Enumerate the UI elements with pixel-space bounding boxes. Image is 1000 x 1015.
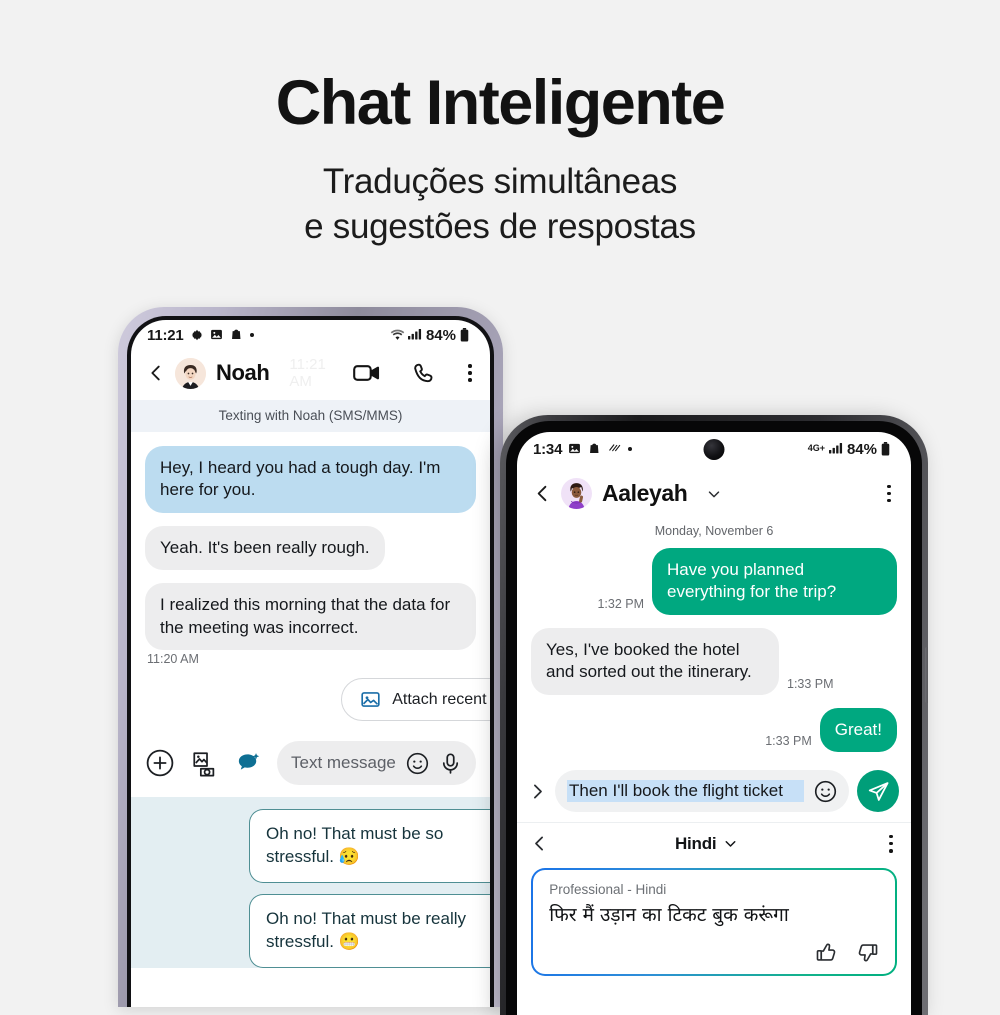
message-input-field[interactable]: Then I'll book the flight ticket (555, 770, 849, 813)
message-timestamp: 1:33 PM (765, 734, 812, 749)
phone-left-device: 11:21 84% Noah 11:21 AM Texting with Noa… (118, 307, 503, 1007)
message-row: Yes, I've booked the hotel and sorted ou… (531, 627, 897, 695)
avatar[interactable] (561, 478, 592, 509)
contact-name: Noah (216, 360, 270, 385)
ai-chat-bubble-icon[interactable] (233, 748, 263, 778)
avatar[interactable] (175, 357, 206, 389)
page-title: Chat Inteligente (275, 68, 726, 138)
back-button[interactable] (145, 362, 165, 384)
phone-icon[interactable] (413, 362, 436, 385)
phone-left-bezel: 11:21 84% Noah 11:21 AM Texting with Noa… (127, 316, 494, 1007)
back-button[interactable] (531, 482, 551, 505)
chip-label: Attach recent photo (392, 690, 490, 708)
front-camera-icon (703, 439, 725, 460)
contact-name: Aaleyah (602, 480, 688, 506)
photo-icon (568, 442, 582, 456)
message-timestamp: 1:32 PM (597, 596, 644, 611)
message-bubble[interactable]: Great! (819, 707, 897, 753)
message-bubble[interactable]: Yes, I've booked the hotel and sorted ou… (531, 627, 779, 695)
input-value-selected[interactable]: Then I'll book the flight ticket (567, 780, 804, 803)
chevron-down-icon[interactable] (705, 485, 723, 503)
plus-circle-icon[interactable] (145, 748, 175, 778)
kebab-menu-icon[interactable] (885, 834, 897, 853)
translation-card[interactable]: Professional - Hindi फिर मैं उड़ान का टि… (531, 868, 897, 977)
translation-text: फिर मैं उड़ान का टिकट बुक करूंगा (549, 904, 789, 927)
contact-ghost-time: 11:21 AM (289, 356, 326, 390)
input-placeholder: Text message (291, 753, 396, 773)
phone-left-screen: 11:21 84% Noah 11:21 AM Texting with Noa… (131, 320, 490, 1007)
message-bubble[interactable]: I realized this morning that the data fo… (145, 583, 476, 651)
phone-right-bezel: 1:34 4G+ 84% Aaleyah Monday, November 6 … (506, 421, 922, 1015)
ai-suggestion-panel: Oh no! That must be so stressful. 😥 Oh n… (131, 797, 490, 968)
smiley-icon[interactable] (406, 752, 429, 775)
subtitle-line-2: e sugestões de respostas (304, 206, 696, 246)
message-row: 1:32 PM Have you planned everything for … (531, 548, 897, 615)
translation-feedback-actions (549, 941, 879, 964)
wifi-icon (390, 328, 405, 342)
kebab-menu-icon[interactable] (464, 364, 476, 382)
status-time: 11:21 (147, 326, 184, 344)
mute-icon (608, 442, 622, 456)
signal-bars-icon (828, 442, 843, 456)
ai-suggestion-item[interactable]: Oh no! That must be really stressful. 😬 (249, 894, 490, 968)
thumbs-down-icon[interactable] (856, 941, 879, 964)
phone-right-screen: 1:34 4G+ 84% Aaleyah Monday, November 6 … (517, 432, 911, 1015)
back-button[interactable] (529, 833, 551, 854)
status-time: 1:34 (533, 440, 563, 458)
subtitle-line-1: Traduções simultâneas (322, 162, 678, 201)
suggestion-chip-row: Attach recent photo (131, 678, 490, 722)
shopping-bag-icon (230, 328, 244, 342)
message-row: I realized this morning that the data fo… (145, 583, 476, 651)
hero-section: Chat Inteligente Traduções simultâneas e… (0, 0, 1000, 250)
date-banner: Monday, November 6 (654, 524, 774, 538)
message-row: 1:33 PM Great! (531, 707, 897, 753)
dot-icon (628, 447, 633, 451)
photo-icon (210, 328, 224, 342)
message-input-field[interactable]: Text message (277, 741, 476, 786)
input-bar-right: Then I'll book the flight ticket (517, 762, 911, 822)
dot-icon (249, 333, 254, 337)
send-paper-plane-icon[interactable] (857, 770, 899, 813)
signal-bars-icon (407, 328, 422, 342)
page-subtitle: Traduções simultâneas e sugestões de res… (0, 135, 1000, 250)
phone-right-device: 1:34 4G+ 84% Aaleyah Monday, November 6 … (500, 415, 928, 1015)
message-thread-left: Hey, I heard you had a tough day. I'm he… (131, 432, 490, 666)
translation-language-bar: Hindi (517, 822, 911, 864)
microphone-icon[interactable] (439, 752, 462, 775)
battery-icon (460, 328, 474, 342)
power-button[interactable] (925, 647, 928, 703)
message-bubble[interactable]: Hey, I heard you had a tough day. I'm he… (145, 446, 476, 513)
chat-header-left: Noah 11:21 AM (131, 350, 490, 400)
status-bar-left: 11:21 84% (131, 320, 490, 350)
network-type-label: 4G+ (807, 443, 825, 454)
chevron-right-icon[interactable] (527, 781, 547, 802)
input-bar-left: Text message (131, 731, 490, 797)
gallery-camera-icon[interactable] (189, 748, 219, 778)
gear-icon (190, 328, 204, 342)
message-timestamp: 1:33 PM (787, 676, 834, 691)
image-attach-icon (360, 689, 381, 710)
video-camera-icon[interactable] (353, 363, 381, 383)
message-row: Hey, I heard you had a tough day. I'm he… (145, 446, 476, 513)
language-selector-label[interactable]: Hindi (675, 834, 717, 854)
battery-icon (881, 442, 895, 456)
message-thread-right: 1:32 PM Have you planned everything for … (517, 548, 911, 753)
smiley-icon[interactable] (814, 780, 837, 803)
sms-banner: Texting with Noah (SMS/MMS) (131, 400, 490, 432)
message-bubble[interactable]: Have you planned everything for the trip… (652, 548, 897, 615)
battery-percent: 84% (846, 440, 877, 458)
chevron-down-icon[interactable] (722, 835, 739, 852)
battery-percent: 84% (425, 326, 456, 344)
thumbs-up-icon[interactable] (815, 941, 838, 964)
ai-suggestion-item[interactable]: Oh no! That must be so stressful. 😥 (249, 809, 490, 884)
attach-recent-photo-chip[interactable]: Attach recent photo (341, 678, 490, 722)
translation-style-label: Professional - Hindi (549, 882, 667, 898)
message-bubble[interactable]: Yeah. It's been really rough. (145, 525, 385, 571)
kebab-menu-icon[interactable] (883, 484, 895, 503)
chat-header-right: Aaleyah (517, 466, 911, 517)
shopping-bag-icon (588, 442, 602, 456)
message-row: Yeah. It's been really rough. (145, 525, 476, 571)
message-timestamp: 11:20 AM (147, 652, 199, 667)
translation-card-wrapper: Professional - Hindi फिर मैं उड़ान का टि… (517, 864, 911, 990)
